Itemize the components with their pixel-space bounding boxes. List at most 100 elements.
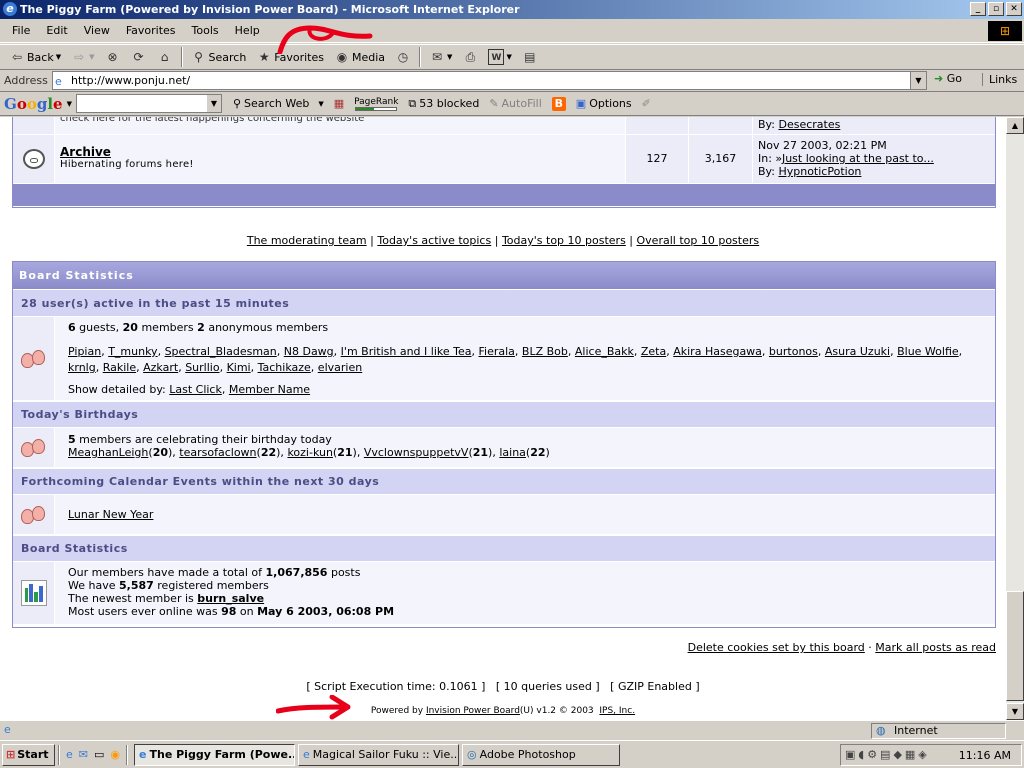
task-photoshop[interactable]: ◎ Adobe Photoshop [462,743,621,766]
ips-link[interactable]: IPS, Inc. [599,706,635,716]
user-link[interactable]: Asura Uzuki [825,345,890,358]
lastpost-user-link[interactable]: Desecrates [778,118,840,131]
highlight-button[interactable]: ✐ [637,97,656,110]
toolbar-separator [419,47,422,67]
user-link[interactable]: Pipian [68,345,101,358]
birthday-user-link[interactable]: tearsofaclown [179,446,256,459]
print-button[interactable]: ⎙ [457,46,483,68]
quicklaunch-media-icon[interactable]: ◉ [110,748,120,761]
menu-favorites[interactable]: Favorites [118,24,184,37]
popup-blocker-button[interactable]: ⧉ 53 blocked [403,97,484,111]
discuss-icon: ▤ [524,50,536,64]
menu-tools[interactable]: Tools [184,24,227,37]
user-link[interactable]: krnlg [68,361,96,374]
user-link[interactable]: elvarien [318,361,362,374]
maximize-button[interactable]: ▫ [988,2,1004,16]
tray-icons[interactable]: ▣◖⚙▤◆▦◈ [845,748,930,761]
task-sailor-fuku[interactable]: e Magical Sailor Fuku :: Vie... [298,743,460,766]
user-link[interactable]: I'm British and I like Tea [341,345,472,358]
quicklaunch-desktop-icon[interactable]: ▭ [94,748,104,761]
news-button[interactable]: ▦ [329,97,349,110]
search-icon: ⚲ [194,50,203,64]
archive-lastpost-user-link[interactable]: HypnoticPotion [778,165,861,178]
edit-button[interactable]: W ▼ [483,46,516,68]
user-link[interactable]: BLZ Bob [522,345,568,358]
security-zone[interactable]: ◍ Internet [871,723,1006,739]
scroll-thumb[interactable] [1006,591,1024,701]
home-button[interactable]: ⌂ [152,46,178,68]
delete-cookies-link[interactable]: Delete cookies set by this board [688,641,865,654]
minimize-button[interactable]: _ [970,2,986,16]
pagerank-indicator[interactable]: PageRank [349,97,403,111]
birthday-user-link[interactable]: laina [499,446,526,459]
top-posters-overall-link[interactable]: Overall top 10 posters [637,234,760,247]
archive-forum-link[interactable]: Archive [60,145,625,159]
user-link[interactable]: Zeta [641,345,666,358]
birthday-user-link[interactable]: kozi-kun [287,446,332,459]
top-posters-today-link[interactable]: Today's top 10 posters [502,234,626,247]
user-link[interactable]: Spectral_Bladesman [165,345,277,358]
last-click-link[interactable]: Last Click [169,383,222,396]
blogger-button[interactable]: B [547,96,571,111]
refresh-button[interactable]: ⟳ [126,46,152,68]
forward-button[interactable]: ⇨ ▼ [66,46,99,68]
user-link[interactable]: Surllio [185,361,219,374]
window-titlebar[interactable]: e The Piggy Farm (Powered by Invision Po… [0,0,1024,19]
mark-read-link[interactable]: Mark all posts as read [875,641,996,654]
user-link[interactable]: Tachikaze [258,361,311,374]
stop-button[interactable]: ⊗ [100,46,126,68]
user-link[interactable]: N8 Dawg [284,345,334,358]
archive-lastpost-topic-link[interactable]: Just looking at the past to... [782,152,934,165]
links-button[interactable]: Links [982,73,1017,86]
options-button[interactable]: ▣ Options [571,97,637,110]
scroll-down-button[interactable]: ▼ [1006,703,1024,720]
history-button[interactable]: ◷ [390,46,416,68]
member-name-link[interactable]: Member Name [229,383,310,396]
calendar-event-link[interactable]: Lunar New Year [68,508,153,521]
task-piggy-farm[interactable]: e The Piggy Farm (Powe... [134,743,296,766]
google-menu-arrow-icon[interactable]: ▼ [67,100,72,108]
scroll-up-button[interactable]: ▲ [1006,117,1024,134]
start-button[interactable]: ⊞ Start [2,743,55,766]
quicklaunch-ie-icon[interactable]: e [66,748,73,761]
go-button[interactable]: ➜ Go [934,72,962,85]
user-link[interactable]: Kimi [227,361,251,374]
discuss-button[interactable]: ▤ [517,46,543,68]
birthdays-row: 5 members are celebrating their birthday… [13,428,995,468]
back-button[interactable]: ⇦ Back ▼ [4,46,66,68]
search-button[interactable]: ⚲ Search [186,46,252,68]
google-logo[interactable]: Google [4,95,63,113]
autofill-button[interactable]: ✎ AutoFill [484,97,546,110]
moderating-team-link[interactable]: The moderating team [247,234,367,247]
google-search-dropdown-icon[interactable]: ▼ [206,95,221,112]
close-button[interactable]: ✕ [1006,2,1022,16]
clock[interactable]: 11:16 AM [959,749,1011,762]
address-dropdown-button[interactable]: ▼ [910,72,926,89]
menu-help[interactable]: Help [227,24,268,37]
birthday-user-link[interactable]: VvclownspuppetvV [364,446,469,459]
user-link[interactable]: Azkart [143,361,178,374]
birthday-user-link[interactable]: MeaghanLeigh [68,446,148,459]
newest-member-link[interactable]: burn_salve [197,592,264,605]
vertical-scrollbar[interactable]: ▲ ▼ [1006,117,1024,720]
user-link[interactable]: Alice_Bakk [575,345,634,358]
window-title: The Piggy Farm (Powered by Invision Powe… [20,3,520,16]
user-link[interactable]: burtonos [769,345,818,358]
archive-description: Hibernating forums here! [60,159,194,170]
ipb-link[interactable]: Invision Power Board [426,706,520,716]
google-search-input[interactable]: ▼ [75,94,222,113]
user-link[interactable]: Akira Hasegawa [673,345,762,358]
menu-edit[interactable]: Edit [38,24,75,37]
page-viewport[interactable]: check here for the latest happenings con… [0,117,1006,720]
menu-file[interactable]: File [4,24,38,37]
search-web-button[interactable]: ⚲ Search Web ▼ [228,97,329,110]
user-link[interactable]: Blue Wolfie [897,345,959,358]
user-link[interactable]: Fierala [479,345,515,358]
mail-button[interactable]: ✉ ▼ [424,46,457,68]
address-input[interactable]: e http://www.ponju.net/ ▼ [52,71,927,90]
quicklaunch-outlook-icon[interactable]: ✉ [79,748,88,761]
user-link[interactable]: T_munky [108,345,157,358]
active-topics-link[interactable]: Today's active topics [377,234,491,247]
menu-view[interactable]: View [76,24,118,37]
user-link[interactable]: Rakile [103,361,136,374]
